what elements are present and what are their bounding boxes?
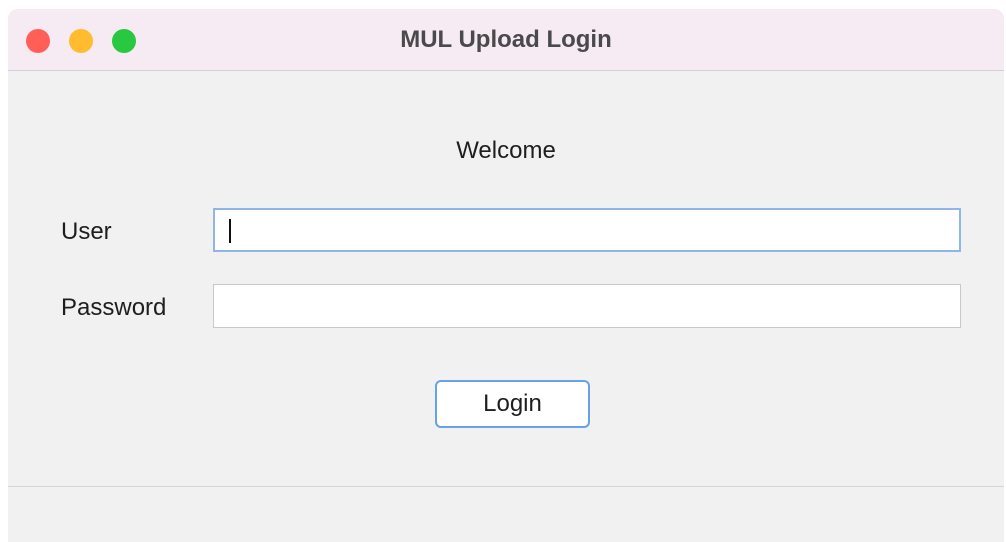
welcome-text: Welcome: [456, 137, 556, 164]
user-input[interactable]: [213, 208, 961, 252]
window-title: MUL Upload Login: [400, 26, 612, 53]
text-cursor: [229, 219, 231, 243]
footer-divider: [8, 486, 1004, 487]
login-button[interactable]: Login: [435, 380, 590, 428]
password-input[interactable]: [213, 284, 961, 328]
title-bar[interactable]: MUL Upload Login: [8, 9, 1004, 71]
password-label: Password: [61, 294, 167, 321]
login-window: MUL Upload Login Welcome User Password L…: [8, 9, 1004, 542]
user-label: User: [61, 218, 112, 245]
